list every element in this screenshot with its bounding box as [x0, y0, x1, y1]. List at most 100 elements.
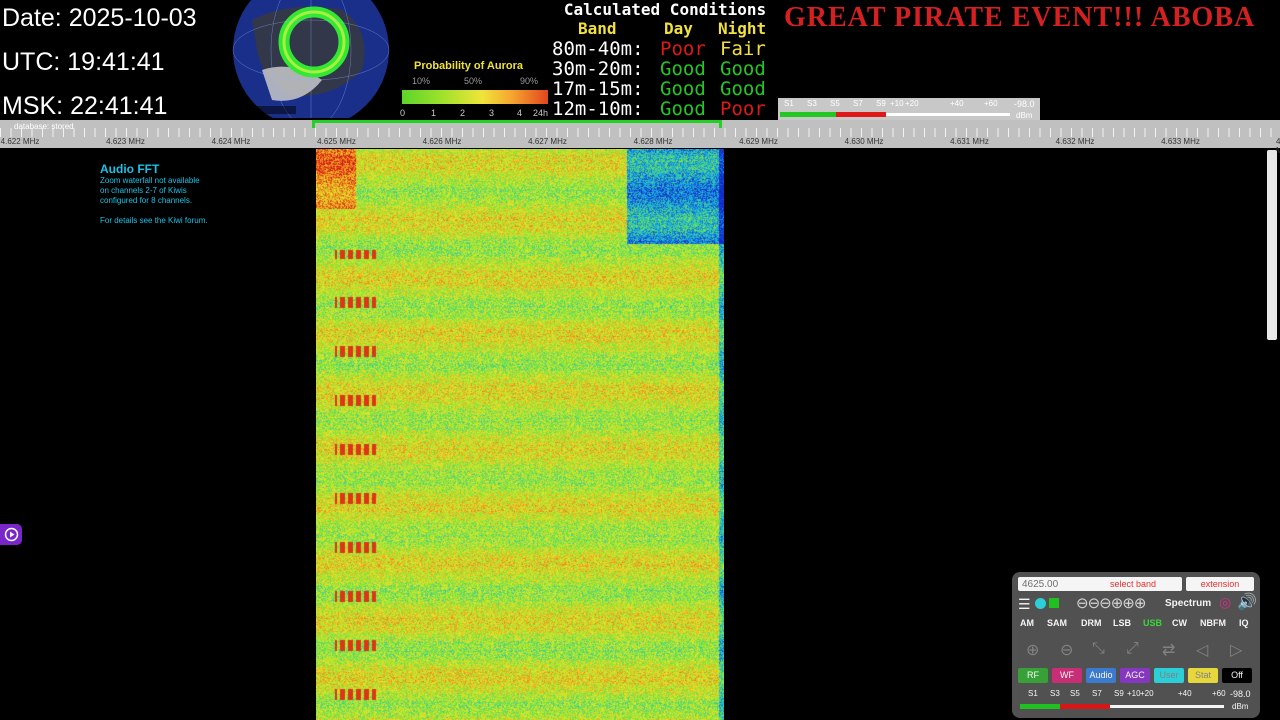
frequency-label: 4.633 MHz	[1161, 137, 1200, 146]
frequency-label: 4.623 MHz	[106, 137, 145, 146]
s-meter-label: S3	[1050, 689, 1060, 698]
s-meter-label: +40	[1178, 689, 1192, 698]
aurora-color-bar	[402, 90, 548, 104]
day-condition: Good	[660, 58, 706, 80]
day-condition: Good	[660, 98, 706, 120]
propagation-conditions: Calculated Conditions Band Day Night 80m…	[550, 0, 780, 119]
mode-button-lsb[interactable]: LSB	[1113, 618, 1131, 628]
zoom-out-icon[interactable]: ⊖	[1060, 640, 1073, 660]
s-meter-label: S5	[830, 99, 840, 108]
s-meter-label: +20	[1140, 689, 1154, 698]
msk-display: MSK: 22:41:41	[2, 92, 168, 120]
s-meter-label: S3	[807, 99, 817, 108]
audio-button[interactable]: Audio	[1086, 668, 1116, 683]
aurora-legend: Probability of Aurora 10% 50% 90% 0 1 2 …	[400, 58, 550, 120]
s-meter-label: S7	[1092, 689, 1102, 698]
zoom-fit-icon[interactable]: ⤡	[1092, 640, 1105, 658]
play-icon	[4, 527, 18, 542]
s-meter: S1 S3 S5 S7 S9 +10 +20 +40 +60 -98.0 dBm	[778, 98, 1040, 122]
mode-button-drm[interactable]: DRM	[1081, 618, 1102, 628]
frequency-label: 4.622 MHz	[0, 137, 40, 146]
passband-indicator[interactable]	[312, 120, 722, 128]
s-meter-value: -98.0	[1230, 689, 1251, 699]
s-meter-green-bar	[1020, 704, 1060, 709]
waterfall-display[interactable]	[316, 149, 724, 720]
waterfall-toggle-icon[interactable]	[1049, 598, 1059, 608]
aurora-kp-label: 0	[400, 108, 406, 118]
mode-button-usb[interactable]: USB	[1143, 618, 1162, 628]
frequency-input[interactable]	[1018, 577, 1088, 591]
frequency-label: 4.630 MHz	[844, 137, 884, 146]
utc-display: UTC: 19:41:41	[2, 48, 165, 76]
spectrum-toggle-icon[interactable]	[1035, 598, 1046, 609]
step-back-icon[interactable]: ◁	[1196, 640, 1208, 660]
record-icon[interactable]: ◎	[1219, 594, 1231, 611]
s-meter-label: S9	[876, 99, 886, 108]
agc-button[interactable]: AGC	[1120, 668, 1150, 683]
mode-button-iq[interactable]: IQ	[1239, 618, 1249, 628]
aurora-pct-label: 50%	[464, 76, 483, 86]
play-button[interactable]	[0, 524, 22, 545]
aurora-kp-label: 24h	[533, 108, 549, 118]
wf-button[interactable]: WF	[1052, 668, 1082, 683]
day-condition: Poor	[660, 38, 706, 60]
aurora-title: Probability of Aurora	[414, 60, 523, 72]
fft-note-title: Audio FFT	[100, 162, 160, 176]
night-header: Night	[718, 19, 767, 38]
aurora-kp-label: 4	[517, 108, 523, 118]
step-forward-icon[interactable]: ▷	[1230, 640, 1242, 660]
aurora-kp-label: 3	[489, 108, 495, 118]
s-meter-label: S1	[1028, 689, 1038, 698]
fft-note-line: on channels 2-7 of Kiwis	[100, 186, 187, 195]
aurora-kp-label: 2	[460, 108, 466, 118]
mode-button-am[interactable]: AM	[1020, 618, 1034, 628]
mode-button-cw[interactable]: CW	[1172, 618, 1187, 628]
rf-button[interactable]: RF	[1018, 668, 1048, 683]
conditions-row: 30m-20m: Good Good	[550, 59, 780, 79]
fft-note-line: configured for 8 channels.	[100, 196, 193, 205]
scrollbar[interactable]	[1267, 150, 1277, 340]
day-condition: Good	[660, 78, 706, 100]
band-range: 80m-40m:	[552, 38, 644, 60]
aurora-globe-image	[232, 0, 390, 118]
frequency-label: 4.632 MHz	[1055, 137, 1095, 146]
extension-select[interactable]: extension	[1186, 577, 1254, 591]
s-meter-label: +10	[1127, 689, 1141, 698]
night-condition: Good	[720, 78, 766, 100]
conditions-row: 12m-10m: Good Poor	[550, 99, 780, 119]
s-meter-label: S1	[784, 99, 794, 108]
zoom-in-icon[interactable]: ⊕	[1026, 640, 1039, 660]
frequency-label: 4.628 MHz	[633, 137, 673, 146]
band-select[interactable]: select band	[1084, 577, 1182, 591]
mode-button-nbfm[interactable]: NBFM	[1200, 618, 1226, 628]
swap-icon[interactable]: ⇄	[1162, 640, 1175, 660]
frequency-scale[interactable]: database: stored 4.622 MHz 4.623 MHz 4.624…	[0, 120, 1280, 155]
conditions-row: 80m-40m: Poor Fair	[550, 39, 780, 59]
stat-button[interactable]: Stat	[1188, 668, 1218, 683]
frequency-label: 4.627 MHz	[528, 137, 567, 146]
frequency-label: 4.626 MHz	[422, 137, 462, 146]
mode-button-sam[interactable]: SAM	[1047, 618, 1067, 628]
s-meter-red-bar	[1060, 704, 1110, 709]
aurora-kp-label: 1	[431, 108, 437, 118]
aurora-pct-label: 90%	[520, 76, 539, 86]
s-meter-red-bar	[836, 112, 886, 117]
off-button[interactable]: Off	[1222, 668, 1252, 683]
day-header: Day	[664, 19, 693, 38]
date-display: Date: 2025-10-03	[2, 4, 197, 32]
spectrum-button[interactable]: Spectrum	[1165, 598, 1211, 609]
band-header: Band	[578, 19, 617, 38]
s-meter-label: S5	[1070, 689, 1080, 698]
s-meter-label: +60	[984, 99, 998, 108]
band-range: 30m-20m:	[552, 58, 644, 80]
zoom-max-icon[interactable]: ⤢	[1126, 640, 1139, 658]
user-button[interactable]: User	[1154, 668, 1184, 683]
night-condition: Fair	[720, 38, 766, 60]
conditions-title: Calculated Conditions	[563, 0, 767, 19]
s-meter-label: +40	[950, 99, 964, 108]
menu-icon[interactable]: ☰	[1018, 596, 1031, 613]
s-meter-unit: dBm	[1232, 702, 1249, 711]
zoom-controls-icon[interactable]: ⊖⊖⊖⊕⊕⊕	[1076, 594, 1146, 612]
night-condition: Poor	[720, 98, 766, 120]
speaker-icon[interactable]: 🔊	[1237, 592, 1257, 612]
